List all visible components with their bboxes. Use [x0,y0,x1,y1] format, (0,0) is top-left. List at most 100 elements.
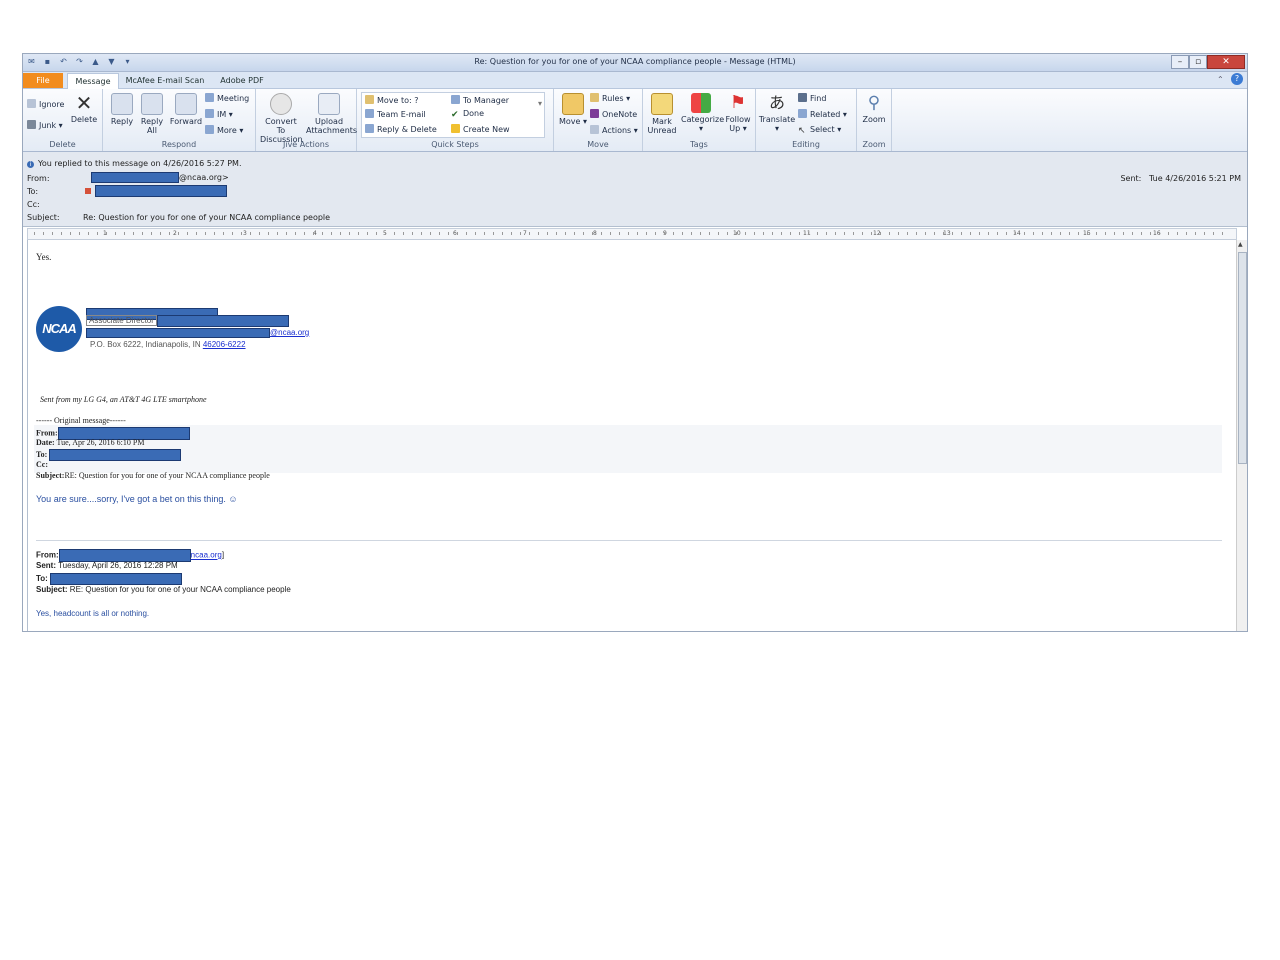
group-label-delete: Delete [49,140,76,149]
ruler-tick [1024,232,1025,235]
to-value[interactable] [83,185,227,197]
ruler-tick [835,232,836,235]
translate-button[interactable]: あ Translate ▾ [758,93,796,133]
ruler-tick [988,232,989,235]
to-label: To: [27,187,39,196]
from-value[interactable]: @ncaa.org> [83,172,229,183]
ruler-tick [880,232,881,235]
create-new-button[interactable]: Create New [451,124,510,134]
vertical-scrollbar[interactable]: ▲ [1236,240,1247,631]
info-icon: i [27,161,34,168]
close-button[interactable]: ✕ [1207,55,1245,69]
move-to-button[interactable]: Move to: ? [365,95,419,105]
related-button[interactable]: Related ▾ [798,109,847,119]
find-button[interactable]: Find [798,93,826,103]
ruler-tick [1177,232,1178,235]
ruler-tick [1213,232,1214,235]
done-button[interactable]: ✔ Done [451,109,484,120]
ruler-tick [664,232,665,235]
ruler-tick [1069,232,1070,235]
categorize-button[interactable]: Categorize ▾ [681,93,724,133]
ruler-tick [574,232,575,235]
orig2-email-link[interactable]: ncaa.org [191,551,222,560]
ruler-tick [43,232,44,235]
tab-mcafee[interactable]: McAfee E-mail Scan [123,73,207,88]
ruler-tick [412,232,413,235]
orig1-from-label: From: [36,428,58,438]
rules-button[interactable]: Rules ▾ [590,93,630,103]
ruler-tick [358,232,359,235]
ruler-tick [385,232,386,235]
ruler-tick [1006,232,1007,235]
ruler-tick [295,232,296,235]
ruler-tick [1105,232,1106,235]
ruler-tick [331,232,332,235]
convert-to-discussion-button[interactable]: Convert To Discussion [260,93,303,144]
im-icon [205,109,214,118]
email-link[interactable]: @ncaa.org [270,328,309,337]
minimize-button[interactable]: – [1171,55,1189,69]
orig2-subject-label: Subject: [36,585,68,594]
ruler-tick [115,232,116,235]
ruler-tick [133,232,134,235]
move-button[interactable]: Move ▾ [556,93,590,126]
mark-unread-label: Mark Unread [647,117,677,135]
reply-all-button[interactable]: Reply All [135,93,169,135]
ribbon-collapse-icon[interactable]: ⌃ [1217,75,1224,84]
ruler-tick [709,232,710,235]
ruler-tick [1060,232,1061,235]
reply-icon [111,93,133,115]
tab-adobe-pdf[interactable]: Adobe PDF [213,73,271,88]
ruler-tick [1096,232,1097,235]
upload-attachments-button[interactable]: Upload Attachments [306,93,357,135]
ruler-tick [673,232,674,235]
im-button[interactable]: IM ▾ [205,109,233,119]
orig1-subject-label: Subject: [36,471,65,480]
junk-button[interactable]: Junk ▾ [27,120,63,130]
reply-delete-icon [365,124,374,133]
to-manager-label: To Manager [463,96,510,105]
ruler-tick [376,232,377,235]
signature-email[interactable]: @ncaa.org [86,328,309,338]
orig2-subject-value: RE: Question for you for one of your NCA… [69,585,291,594]
ncaa-logo-text: NCAA [42,321,77,336]
ncaa-logo: NCAA [36,306,82,352]
scroll-up-icon[interactable]: ▲ [1238,241,1243,248]
delete-button[interactable]: ✕ Delete [67,93,101,124]
forward-button[interactable]: Forward [169,93,203,126]
reply-button[interactable]: Reply [105,93,139,126]
reply-delete-button[interactable]: Reply & Delete [365,124,437,134]
team-email-label: Team E-mail [377,110,426,119]
restore-button[interactable]: ▫ [1189,55,1207,69]
move-to-icon [365,95,374,104]
scrollbar-thumb[interactable] [1238,252,1247,464]
meeting-button[interactable]: Meeting [205,93,249,103]
gallery-scroll-icon[interactable]: ▾ [538,99,542,108]
ruler-tick [169,232,170,235]
ignore-button[interactable]: Ignore [27,99,64,109]
help-icon[interactable]: ? [1231,73,1243,85]
orig1-subject-value: RE: Question for you for one of your NCA… [64,471,270,480]
follow-up-button[interactable]: ⚑ Follow Up ▾ [721,93,755,134]
to-manager-button[interactable]: To Manager [451,95,509,105]
zoom-button[interactable]: ⚲ Zoom [857,93,891,124]
tab-file[interactable]: File [23,73,63,88]
more-button[interactable]: More ▾ [205,125,243,135]
ruler-tick [421,232,422,235]
ruler-tick [754,232,755,235]
actions-button[interactable]: Actions ▾ [590,125,638,135]
zip-link[interactable]: 46206-6222 [203,340,246,349]
team-email-button[interactable]: Team E-mail [365,109,426,119]
signature-title-line: Associate Director [86,315,289,327]
group-editing: あ Translate ▾ Find Related ▾ ↖ Select ▾ Edi… [756,89,857,151]
onenote-button[interactable]: OneNote [590,109,637,119]
select-button[interactable]: ↖ Select ▾ [798,125,841,136]
mark-unread-button[interactable]: Mark Unread [645,93,679,135]
tab-message[interactable]: Message [67,73,119,89]
redaction-bar [156,315,289,327]
magnifier-icon: ⚲ [867,93,881,113]
more-icon [205,125,214,134]
ruler-tick [1051,232,1052,235]
redaction-bar [50,573,183,585]
ruler-tick [142,232,143,235]
